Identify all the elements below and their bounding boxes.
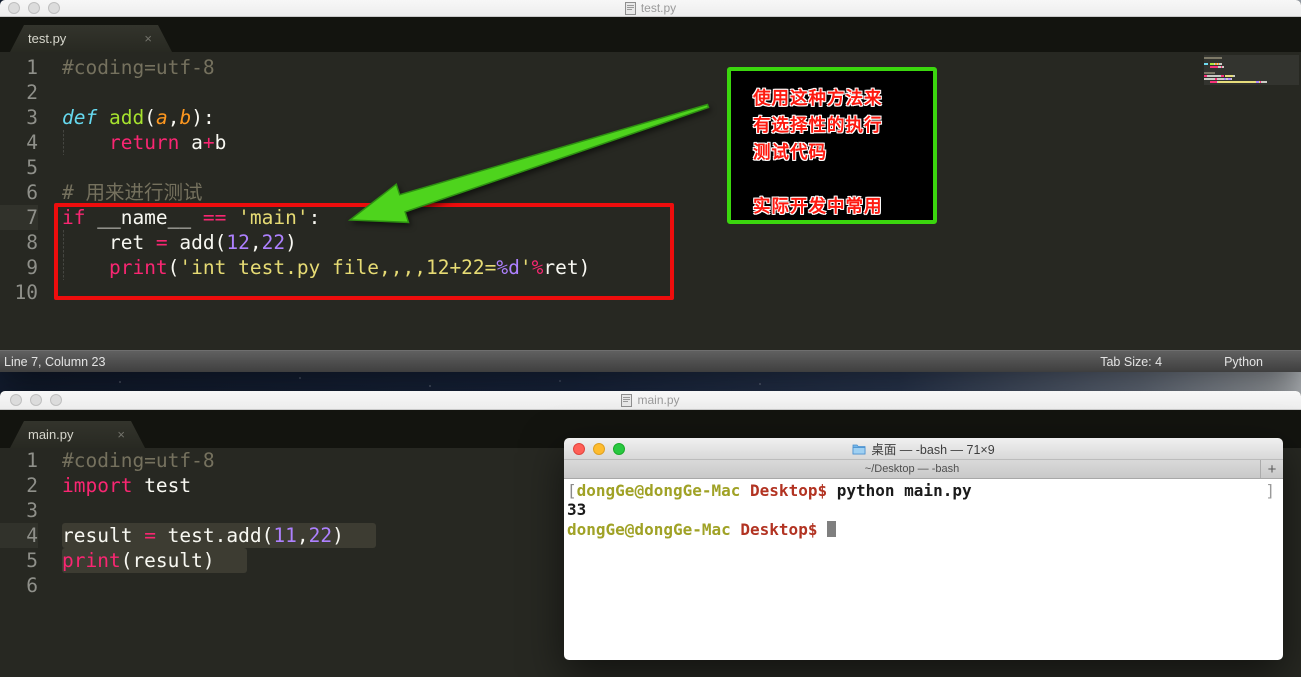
minimap-viewport [1204,55,1299,85]
code-text: # 用来进行测试 [62,181,203,204]
titlebar-main-py[interactable]: main.py [0,391,1301,410]
window-title-text: test.py [640,1,677,15]
code-text: result = test.add(11,22) [62,523,376,548]
terminal-tab[interactable]: ~/Desktop — -bash [564,460,1260,478]
tab-label: test.py [28,31,67,46]
minimize-traffic-light[interactable] [28,2,40,14]
window-title-text: main.py [637,393,680,407]
minimize-traffic-light[interactable] [593,442,605,455]
cursor-position-status: Line 7, Column 23 [4,354,106,369]
desktop: test.py test.py × 1 #coding=utf-8 2 3 def ad… [0,0,1301,677]
close-traffic-light[interactable] [8,2,20,14]
tab-label: main.py [28,427,74,442]
minimize-traffic-light[interactable] [30,394,42,406]
terminal-mark: ] [1265,481,1275,500]
annotation-text: 使用这种方法来 [753,88,883,108]
code-line: 4 return a+b [0,130,1301,155]
terminal-window: 桌面 — -bash — 71×9 ~/Desktop — -bash + [d… [564,438,1283,660]
terminal-line: [dongGe@dongGe-Mac Desktop$ python main.… [567,481,1275,500]
line-number: 1 [26,56,38,79]
status-bar: Line 7, Column 23 Tab Size: 4 Python [0,350,1301,372]
code-text: #coding=utf-8 [62,449,215,472]
tab-bar: test.py × [0,17,1301,52]
terminal-content[interactable]: [dongGe@dongGe-Mac Desktop$ python main.… [564,479,1283,660]
line-number: 10 [14,281,38,304]
folder-icon [852,444,866,454]
window-test-py: test.py test.py × 1 #coding=utf-8 2 3 def ad… [0,0,1301,372]
window-title: main.py [0,393,1301,407]
code-editor-test-py[interactable]: 1 #coding=utf-8 2 3 def add(a,b): 4 return a+… [0,52,1301,350]
red-highlight-box [54,203,674,300]
annotation-text: 实际开发中常用 [753,196,883,216]
close-traffic-light[interactable] [573,442,585,455]
line-number: 9 [26,256,38,279]
terminal-line: dongGe@dongGe-Mac Desktop$ [567,520,1281,539]
terminal-titlebar[interactable]: 桌面 — -bash — 71×9 [564,438,1283,460]
code-text: print(result) [62,548,247,573]
zoom-traffic-light[interactable] [613,442,625,455]
minimap[interactable] [1204,55,1299,307]
code-line: 3 def add(a,b): [0,105,1301,130]
line-number: 2 [26,474,38,497]
line-number: 6 [26,574,38,597]
terminal-title-text: 桌面 — -bash — 71×9 [871,443,995,457]
terminal-title: 桌面 — -bash — 71×9 [564,439,1283,458]
tab-test-py[interactable]: test.py × [10,25,172,52]
tab-main-py[interactable]: main.py × [10,421,145,448]
titlebar-test-py[interactable]: test.py [0,0,1301,17]
line-number: 5 [26,156,38,179]
zoom-traffic-light[interactable] [48,2,60,14]
window-title: test.py [0,1,1301,15]
line-number: 3 [26,499,38,522]
annotation-text [753,166,933,193]
tab-close-icon[interactable]: × [117,427,125,442]
code-line: 1 #coding=utf-8 [0,55,1301,80]
zoom-traffic-light[interactable] [50,394,62,406]
terminal-tab-label: ~/Desktop — -bash [864,463,960,475]
code-text: def add(a,b): [62,106,215,129]
code-line: 6 # 用来进行测试 [0,180,1301,205]
code-text: import test [62,474,192,497]
line-number: 7 [0,205,38,230]
plus-icon: + [1267,460,1277,478]
close-traffic-light[interactable] [10,394,22,406]
line-number: 4 [0,523,38,548]
syntax-status[interactable]: Python [1224,355,1263,369]
new-tab-button[interactable]: + [1260,460,1283,478]
tab-close-icon[interactable]: × [144,31,152,46]
code-line: 5 [0,155,1301,180]
terminal-line: 33 [567,500,587,520]
annotation-text: 有选择性的执行 [753,115,883,135]
line-number: 1 [26,449,38,472]
document-icon [624,1,636,15]
terminal-cursor [827,520,837,537]
annotation-callout-box: 使用这种方法来 有选择性的执行 测试代码 实际开发中常用 [727,67,937,224]
terminal-tabbar: ~/Desktop — -bash + [564,460,1283,479]
code-text: return a+b [62,130,227,155]
line-number: 5 [26,549,38,572]
document-icon [621,393,633,407]
code-line: 2 [0,80,1301,105]
code-text: #coding=utf-8 [62,56,215,79]
annotation-text: 测试代码 [753,142,827,162]
tab-size-status[interactable]: Tab Size: 4 [1100,355,1162,369]
line-number: 2 [26,81,38,104]
line-number: 6 [26,181,38,204]
line-number: 8 [26,231,38,254]
line-number: 3 [26,106,38,129]
line-number: 4 [26,131,38,154]
